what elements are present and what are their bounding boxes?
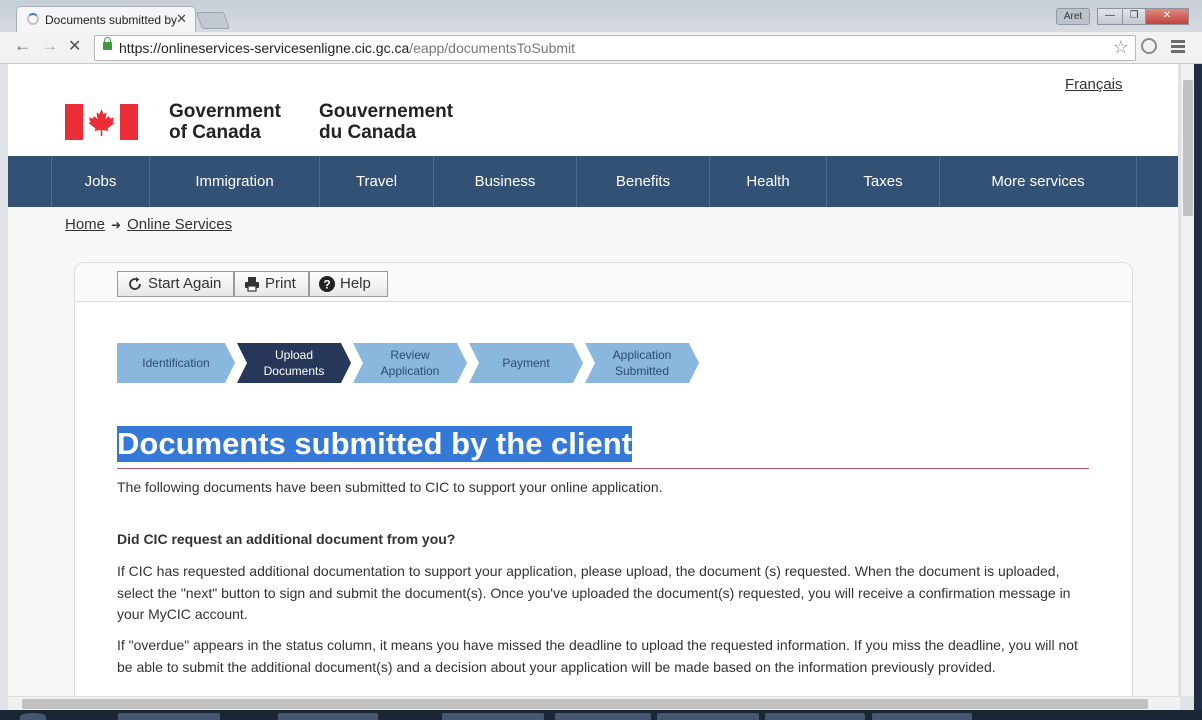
printer-icon [245,277,259,292]
gov-en-line2: of Canada [169,122,261,143]
step-review-application: Review Application [358,343,462,383]
restore-button[interactable]: ❐ [1122,8,1146,25]
application-panel: Start Again Print ? Help Identification … [74,262,1133,696]
gouvernement-du-canada-wordmark: Gouvernement du Canada [319,101,453,143]
breadcrumb: Home ➜ Online Services [65,216,232,233]
print-label: Print [265,275,296,292]
start-again-label: Start Again [148,275,222,292]
web-page: Français Government of Canada Gouverneme… [8,64,1178,696]
stop-icon[interactable]: ✕ [68,36,81,56]
url-host: https://onlineservices-servicesenligne.c… [119,40,410,56]
browser-window: Documents submitted by ✕ Aret — ❐ ✕ ← → … [0,0,1202,720]
tab-title: Documents submitted by [45,13,177,27]
os-taskbar [0,710,1202,720]
lock-icon [103,37,112,50]
url-text: https://onlineservices-servicesenligne.c… [119,40,575,56]
help-icon: ? [319,276,335,292]
url-path: /eapp/documentsToSubmit [409,40,576,56]
desktop-edge [1194,64,1202,710]
step-payment: Payment [474,343,578,383]
back-arrow-icon[interactable]: ← [14,36,31,56]
title-underline [117,468,1089,469]
step-application-submitted: Application Submitted [590,343,694,383]
nav-item-travel[interactable]: Travel [320,156,434,207]
tab-close-icon[interactable]: ✕ [176,11,187,27]
browser-toolbar: ← → ✕ https://onlineservices-servicesenl… [0,32,1202,64]
nav-item-taxes[interactable]: Taxes [827,156,940,207]
main-navigation: Jobs Immigration Travel Business Benefit… [8,156,1178,207]
breadcrumb-online-services-link[interactable]: Online Services [127,216,232,233]
step-submitted-line1: Application [612,348,672,362]
gov-fr-line1: Gouvernement [319,101,454,122]
panel-toolbar: Start Again Print ? Help [75,263,1132,302]
page-title: Documents submitted by the client [117,426,633,462]
canada-flag-icon [65,104,138,140]
nav-item-immigration[interactable]: Immigration [150,156,320,207]
horizontal-scrollbar[interactable] [8,696,1180,711]
nav-item-benefits[interactable]: Benefits [577,156,710,207]
window-close-button[interactable]: ✕ [1145,8,1189,25]
horizontal-scroll-thumb[interactable] [22,699,1148,709]
help-label: Help [340,275,371,292]
step-submitted-line2: Submitted [614,364,670,378]
tab-strip: Documents submitted by ✕ Aret — ❐ ✕ [0,0,1202,33]
browser-tab[interactable]: Documents submitted by ✕ [16,6,196,33]
step-identification: Identification [117,343,235,383]
minimize-button[interactable]: — [1097,8,1123,25]
start-button[interactable] [20,713,46,720]
loading-spinner-icon [27,13,39,25]
overdue-paragraph: If "overdue" appears in the status colum… [117,637,1078,675]
nav-item-health[interactable]: Health [710,156,827,207]
step-upload-line2: Documents [263,364,325,378]
menu-icon[interactable] [1171,40,1185,55]
step-review-line2: Application [380,364,440,378]
forward-arrow-icon[interactable]: → [41,36,58,56]
taskbar-item[interactable] [657,713,759,720]
vertical-scrollbar[interactable] [1180,64,1195,696]
nav-item-business[interactable]: Business [434,156,577,207]
step-upload-line1: Upload [274,348,314,362]
breadcrumb-home-link[interactable]: Home [65,216,105,233]
instructions-paragraph: If CIC has requested additional document… [117,563,1071,622]
step-identification-label: Identification [142,356,210,370]
breadcrumb-arrow-icon: ➜ [111,218,122,232]
taskbar-item[interactable] [765,713,865,720]
help-button[interactable]: ? Help [309,271,388,297]
bookmark-star-icon[interactable]: ☆ [1113,37,1129,58]
government-of-canada-wordmark: Government of Canada [169,101,281,143]
taskbar-item[interactable] [278,713,378,720]
step-payment-label: Payment [502,356,550,370]
globe-icon[interactable] [1141,38,1157,54]
start-again-button[interactable]: Start Again [117,271,234,297]
svg-text:?: ? [323,278,330,292]
language-toggle-link[interactable]: Français [1065,76,1123,93]
nav-item-more-services[interactable]: More services [940,156,1137,207]
nav-item-jobs[interactable]: Jobs [52,156,150,207]
step-review-line1: Review [390,348,430,362]
taskbar-item[interactable] [555,713,651,720]
nav-spacer [8,156,52,207]
taskbar-item[interactable] [442,713,544,720]
question-heading: Did CIC request an additional document f… [117,531,456,547]
refresh-icon [129,277,141,290]
user-badge[interactable]: Aret [1056,8,1090,25]
intro-text: The following documents have been submit… [117,479,663,495]
address-bar[interactable]: https://onlineservices-servicesenligne.c… [94,35,1136,61]
gov-en-line1: Government [169,101,281,122]
print-button[interactable]: Print [234,271,309,297]
vertical-scroll-thumb[interactable] [1183,80,1193,216]
taskbar-item[interactable] [872,713,972,720]
gov-fr-line2: du Canada [319,122,417,143]
taskbar-item[interactable] [118,713,220,720]
new-tab-button[interactable] [195,12,231,29]
step-upload-documents: Upload Documents [242,343,346,383]
